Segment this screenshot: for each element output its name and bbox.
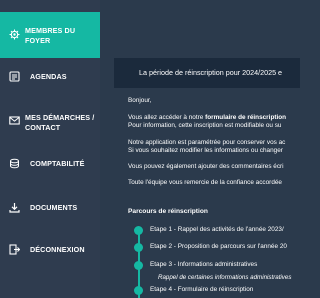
comments-paragraph: Vous pouvez également ajouter des commen…	[128, 163, 284, 170]
intro-text: Vous allez accéder à notre	[128, 114, 206, 121]
step-4[interactable]: Etape 4 - Formulaire de réinscription	[150, 286, 253, 293]
settings-paragraph-line-1: Notre application est paramétrée pour co…	[128, 139, 286, 146]
parcours-section-title: Parcours de réinscription	[128, 208, 208, 215]
greeting-text: Bonjour,	[128, 97, 152, 104]
calendar-list-icon	[9, 71, 20, 82]
thanks-paragraph: Toute l'équipe vous remercie de la confi…	[128, 179, 282, 186]
step-3[interactable]: Etape 3 - Informations administratives	[150, 261, 257, 268]
intro-paragraph-line-2: Pour information, cette inscription est …	[128, 122, 282, 129]
reinscription-form-link[interactable]: formulaire de réinscription	[205, 114, 286, 121]
sidebar-item-membres-du-foyer[interactable]: MEMBRES DU FOYER	[0, 12, 100, 58]
settings-paragraph-line-2: Si vous souhaitez modifier les informati…	[128, 147, 283, 154]
reinscription-banner: La période de réinscription pour 2024/20…	[114, 58, 300, 88]
sidebar: MEMBRES DU FOYER AGENDAS MES DÉMARCHES /…	[0, 0, 100, 298]
sidebar-item-mes-demarches-contact[interactable]: MES DÉMARCHES / CONTACT	[0, 111, 100, 135]
sidebar-item-comptabilite[interactable]: COMPTABILITÉ	[0, 157, 100, 171]
step-1-dot	[134, 226, 143, 235]
step-3-substep: Rappel de certaines informations adminis…	[158, 274, 292, 281]
people-gear-icon	[9, 29, 20, 40]
step-2-dot	[134, 243, 143, 252]
sidebar-item-label: COMPTABILITÉ	[30, 159, 85, 168]
coins-icon	[9, 158, 20, 169]
sidebar-item-documents[interactable]: DOCUMENTS	[0, 201, 100, 215]
sidebar-item-label: DOCUMENTS	[30, 203, 78, 212]
sidebar-item-label: MES DÉMARCHES / CONTACT	[25, 113, 95, 132]
envelope-icon	[9, 115, 20, 126]
step-1[interactable]: Etape 1 - Rappel des activités de l'anné…	[150, 226, 284, 233]
intro-paragraph-line-1: Vous allez accéder à notre formulaire de…	[128, 114, 286, 122]
step-4-dot	[134, 286, 143, 295]
sidebar-item-label: AGENDAS	[30, 72, 67, 81]
main-content: La période de réinscription pour 2024/20…	[100, 0, 300, 298]
sidebar-item-label: MEMBRES DU FOYER	[25, 26, 76, 45]
logout-icon	[9, 244, 20, 255]
sidebar-item-agendas[interactable]: AGENDAS	[0, 70, 100, 84]
sidebar-item-deconnexion[interactable]: DÉCONNEXION	[0, 243, 100, 257]
step-2[interactable]: Etape 2 - Proposition de parcours sur l'…	[150, 243, 287, 250]
download-icon	[9, 202, 20, 213]
sidebar-item-label: DÉCONNEXION	[30, 245, 85, 254]
step-3-dot	[134, 261, 143, 270]
